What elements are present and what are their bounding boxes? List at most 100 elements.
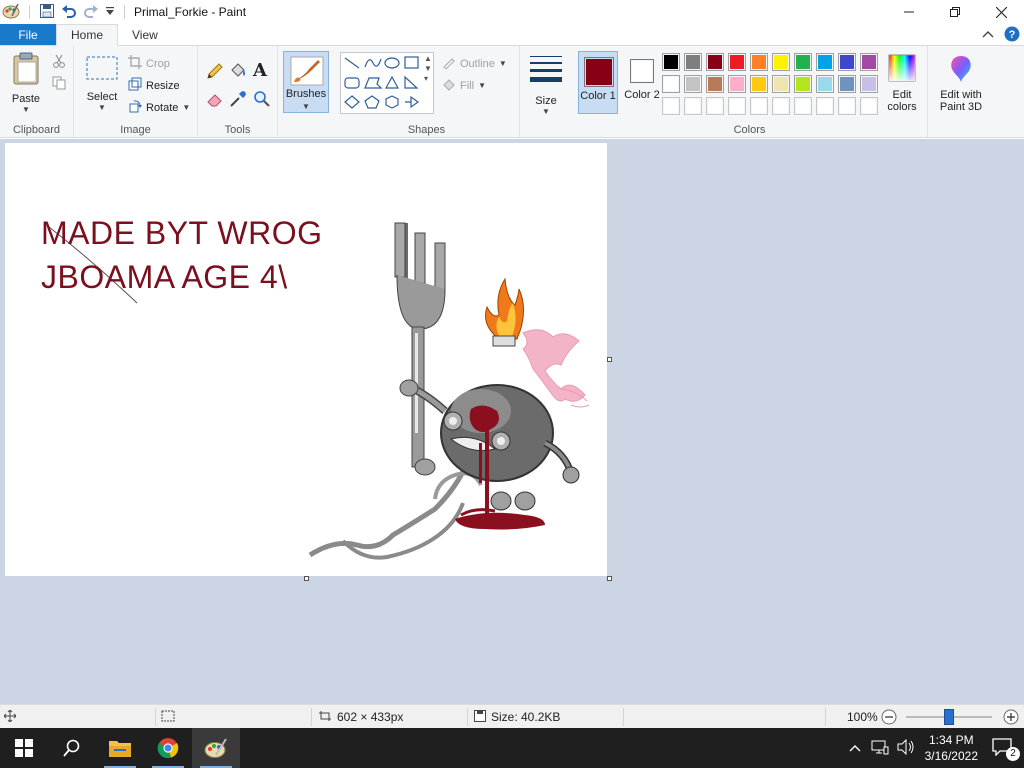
color2-button[interactable]: Color 2 [622, 51, 662, 114]
palette-swatch-fill [708, 99, 722, 113]
palette-swatch[interactable] [750, 53, 768, 71]
size-button[interactable]: Size ▼ [526, 54, 566, 116]
clock[interactable]: 1:34 PM 3/16/2022 [919, 732, 984, 764]
rotate-button[interactable]: Rotate ▼ [128, 99, 190, 116]
palette-swatch[interactable] [706, 97, 724, 115]
palette-swatch[interactable] [860, 97, 878, 115]
zoom-in-button[interactable] [1003, 705, 1019, 729]
zoom-out-button[interactable] [881, 705, 897, 729]
edit-with-paint3d-button[interactable]: Edit with Paint 3D [932, 54, 990, 113]
palette-swatch[interactable] [794, 97, 812, 115]
palette-swatch[interactable] [662, 53, 680, 71]
resize-button[interactable]: Resize [128, 77, 180, 94]
palette-swatch[interactable] [684, 75, 702, 93]
resize-handle-right[interactable] [607, 357, 612, 362]
cut-icon[interactable] [52, 54, 66, 71]
fill-button[interactable]: Fill ▼ [442, 77, 486, 94]
start-button[interactable] [0, 728, 48, 768]
palette-swatch[interactable] [728, 97, 746, 115]
resize-handle-corner[interactable] [607, 576, 612, 581]
palette-swatch-fill [730, 55, 744, 69]
quick-access-toolbar [0, 0, 128, 24]
palette-swatch[interactable] [662, 75, 680, 93]
minimize-button[interactable] [886, 0, 932, 24]
palette-swatch[interactable] [728, 53, 746, 71]
tab-file[interactable]: File [0, 24, 56, 45]
close-button[interactable] [978, 0, 1024, 24]
brushes-group: Brushes ▼ [278, 46, 334, 138]
status-separator [623, 708, 624, 726]
color1-button[interactable]: Color 1 [578, 51, 618, 114]
status-separator [311, 708, 312, 726]
magnifier-icon[interactable] [253, 90, 271, 111]
volume-icon[interactable] [893, 738, 919, 758]
paste-button[interactable]: Paste ▼ [6, 52, 46, 114]
move-cursor-icon [3, 709, 17, 725]
zoom-slider-thumb[interactable] [944, 709, 954, 725]
palette-swatch[interactable] [706, 75, 724, 93]
image-group-label: Image [120, 124, 151, 136]
edit-colors-button[interactable]: Edit colors [880, 54, 924, 113]
collapse-ribbon-icon[interactable] [982, 28, 994, 42]
chevron-up-icon[interactable] [843, 741, 867, 755]
resize-handle-bottom[interactable] [304, 576, 309, 581]
eraser-icon[interactable] [206, 90, 224, 111]
palette-swatch[interactable] [772, 97, 790, 115]
palette-swatch[interactable] [794, 53, 812, 71]
chrome-button[interactable] [144, 728, 192, 768]
crop-button[interactable]: Crop [128, 55, 170, 72]
tab-view[interactable]: View [118, 24, 172, 45]
palette-swatch[interactable] [728, 75, 746, 93]
palette-swatch[interactable] [838, 97, 856, 115]
color-picker-icon[interactable] [229, 90, 247, 111]
palette-swatch[interactable] [860, 53, 878, 71]
paint-app-icon[interactable] [2, 2, 20, 23]
palette-swatch[interactable] [794, 75, 812, 93]
palette-swatch-fill [840, 99, 854, 113]
network-icon[interactable] [867, 739, 893, 758]
clock-time: 1:34 PM [928, 733, 974, 747]
disk-icon [474, 709, 486, 725]
dimensions-text: 602 × 433px [337, 710, 404, 724]
pencil-icon[interactable] [206, 62, 224, 83]
palette-swatch[interactable] [816, 97, 834, 115]
paint-taskbar-button[interactable] [192, 728, 240, 768]
palette-swatch[interactable] [750, 75, 768, 93]
customize-qat-icon[interactable] [105, 5, 115, 20]
text-tool-icon[interactable]: A [253, 60, 267, 81]
palette-swatch[interactable] [772, 53, 790, 71]
file-explorer-button[interactable] [96, 728, 144, 768]
palette-swatch[interactable] [662, 97, 680, 115]
search-button[interactable] [48, 728, 96, 768]
tab-home[interactable]: Home [56, 24, 119, 46]
save-icon[interactable] [39, 3, 55, 22]
help-icon[interactable]: ? [1004, 26, 1020, 45]
restore-button[interactable] [932, 0, 978, 24]
shapes-gallery[interactable] [340, 52, 434, 114]
redo-icon[interactable] [83, 3, 99, 22]
drawing-canvas[interactable]: MADE BYT WROG JBOAMA AGE 4\ [5, 143, 607, 576]
palette-swatch[interactable] [860, 75, 878, 93]
canvas-text-line2: JBOAMA AGE 4\ [41, 259, 288, 295]
palette-swatch[interactable] [684, 97, 702, 115]
copy-icon[interactable] [52, 76, 66, 93]
shapes-scroll[interactable]: ▲ ▼ ▾ [424, 54, 432, 84]
palette-swatch[interactable] [684, 53, 702, 71]
select-button[interactable]: Select ▼ [82, 56, 122, 112]
color-palette [662, 53, 882, 117]
notification-button[interactable]: 2 [984, 737, 1024, 761]
palette-swatch[interactable] [772, 75, 790, 93]
brushes-button[interactable]: Brushes ▼ [283, 51, 329, 113]
palette-swatch[interactable] [706, 53, 724, 71]
fill-bucket-icon[interactable] [229, 62, 247, 83]
palette-swatch[interactable] [816, 75, 834, 93]
palette-swatch[interactable] [750, 97, 768, 115]
rotate-icon [128, 99, 142, 116]
palette-swatch[interactable] [838, 53, 856, 71]
palette-swatch[interactable] [816, 53, 834, 71]
system-tray: 1:34 PM 3/16/2022 2 [843, 728, 1024, 768]
zoom-slider[interactable] [906, 705, 996, 729]
outline-button[interactable]: Outline ▼ [442, 55, 507, 72]
palette-swatch[interactable] [838, 75, 856, 93]
undo-icon[interactable] [61, 3, 77, 22]
